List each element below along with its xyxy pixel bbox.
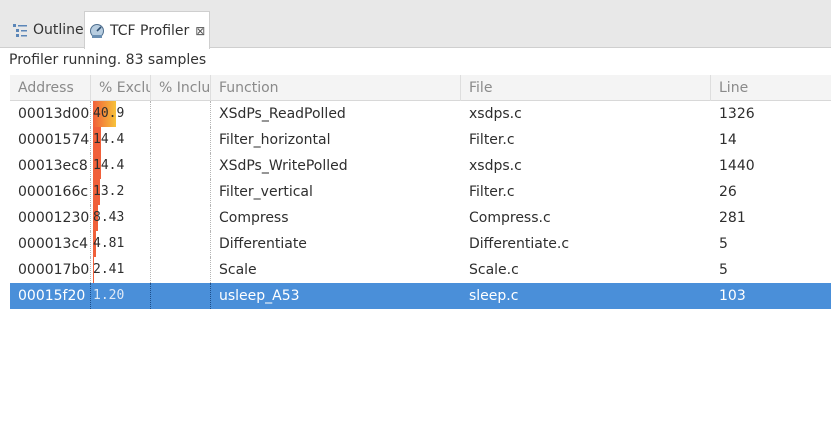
cell-file: Compress.c (469, 210, 551, 226)
cell-function: Differentiate (219, 236, 307, 252)
table-row[interactable]: 000013c4 4.81 Differentiate Differentiate.c… (10, 231, 831, 257)
cell-function: Filter_vertical (219, 184, 313, 200)
tab-outline[interactable]: Outline (8, 11, 84, 48)
cell-address: 000017b0 (18, 262, 90, 278)
cell-exclusive-percent: 4.81 (91, 231, 151, 257)
cell-line: 1440 (719, 158, 755, 174)
cell-file: Filter.c (469, 184, 515, 200)
cell-address: 00013d00 (18, 106, 90, 122)
cell-line: 103 (719, 288, 746, 304)
cell-inclusive-percent (151, 231, 211, 257)
cell-function: usleep_A53 (219, 288, 300, 304)
table-row[interactable]: 00013d00 40.9 XSdPs_ReadPolled xsdps.c 1326 (10, 101, 831, 127)
table-row[interactable]: 00001230 8.43 Compress Compress.c 281 (10, 205, 831, 231)
cell-exclusive-percent: 13.2 (91, 179, 151, 205)
cell-exclusive-percent: 14.4 (91, 127, 151, 153)
cell-inclusive-percent (151, 257, 211, 283)
exclusive-percent-value: 40.9 (93, 106, 125, 121)
cell-file: Differentiate.c (469, 236, 570, 252)
cell-inclusive-percent (151, 283, 211, 309)
exclusive-percent-value: 13.2 (93, 184, 125, 199)
cell-inclusive-percent (151, 101, 211, 127)
tab-outline-label: Outline (33, 21, 84, 38)
cell-address: 00013ec8 (18, 158, 88, 174)
table-header: Address % Exclu % Inclu Function File Li… (10, 75, 831, 101)
table-row[interactable]: 0000166c 13.2 Filter_vertical Filter.c 26 (10, 179, 831, 205)
cell-exclusive-percent: 14.4 (91, 153, 151, 179)
cell-function: Compress (219, 210, 289, 226)
cell-exclusive-percent: 1.20 (91, 283, 151, 309)
table-row[interactable]: 00015f20 1.20 usleep_A53 sleep.c 103 (10, 283, 831, 309)
close-icon[interactable]: ⊠ (195, 25, 205, 37)
exclusive-percent-value: 8.43 (93, 210, 125, 225)
cell-line: 5 (719, 236, 728, 252)
cell-address: 00015f20 (18, 288, 86, 304)
cell-inclusive-percent (151, 153, 211, 179)
cell-function: XSdPs_ReadPolled (219, 106, 346, 122)
column-header-address[interactable]: Address (10, 75, 91, 101)
cell-function: Scale (219, 262, 257, 278)
cell-file: Scale.c (469, 262, 519, 278)
exclusive-percent-value: 14.4 (93, 132, 125, 147)
column-header-file[interactable]: File (461, 75, 711, 101)
cell-file: xsdps.c (469, 106, 522, 122)
cell-function: XSdPs_WritePolled (219, 158, 348, 174)
view-tab-strip: Outline TCF Profiler ⊠ (0, 0, 831, 49)
cell-line: 26 (719, 184, 737, 200)
column-header-function[interactable]: Function (211, 75, 461, 101)
cell-line: 1326 (719, 106, 755, 122)
table-row[interactable]: 00001574 14.4 Filter_horizontal Filter.c 14 (10, 127, 831, 153)
column-header-exclusive[interactable]: % Exclu (91, 75, 151, 101)
cell-line: 14 (719, 132, 737, 148)
cell-address: 00001230 (18, 210, 90, 226)
exclusive-percent-value: 14.4 (93, 158, 125, 173)
tab-tcf-profiler-label: TCF Profiler (110, 22, 190, 39)
profiler-status: Profiler running. 83 samples (9, 52, 207, 68)
cell-address: 00001574 (18, 132, 90, 148)
profiler-icon (88, 22, 106, 40)
table-row[interactable]: 000017b0 2.41 Scale Scale.c 5 (10, 257, 831, 283)
cell-file: xsdps.c (469, 158, 522, 174)
cell-line: 5 (719, 262, 728, 278)
exclusive-percent-value: 1.20 (93, 288, 125, 303)
cell-inclusive-percent (151, 205, 211, 231)
column-header-inclusive[interactable]: % Inclu (151, 75, 211, 101)
cell-file: Filter.c (469, 132, 515, 148)
cell-exclusive-percent: 2.41 (91, 257, 151, 283)
cell-address: 000013c4 (18, 236, 89, 252)
exclusive-percent-value: 4.81 (93, 236, 125, 251)
profiler-table: Address % Exclu % Inclu Function File Li… (10, 75, 831, 431)
cell-exclusive-percent: 40.9 (91, 101, 151, 127)
cell-inclusive-percent (151, 179, 211, 205)
exclusive-percent-value: 2.41 (93, 262, 125, 277)
cell-exclusive-percent: 8.43 (91, 205, 151, 231)
outline-icon (11, 21, 29, 39)
cell-file: sleep.c (469, 288, 519, 304)
cell-inclusive-percent (151, 127, 211, 153)
cell-address: 0000166c (18, 184, 89, 200)
cell-line: 281 (719, 210, 746, 226)
table-row[interactable]: 00013ec8 14.4 XSdPs_WritePolled xsdps.c 1440 (10, 153, 831, 179)
cell-function: Filter_horizontal (219, 132, 331, 148)
tab-tcf-profiler[interactable]: TCF Profiler ⊠ (84, 11, 210, 49)
column-header-line[interactable]: Line (711, 75, 831, 101)
table-body: 00013d00 40.9 XSdPs_ReadPolled xsdps.c 1326 0… (10, 101, 831, 309)
